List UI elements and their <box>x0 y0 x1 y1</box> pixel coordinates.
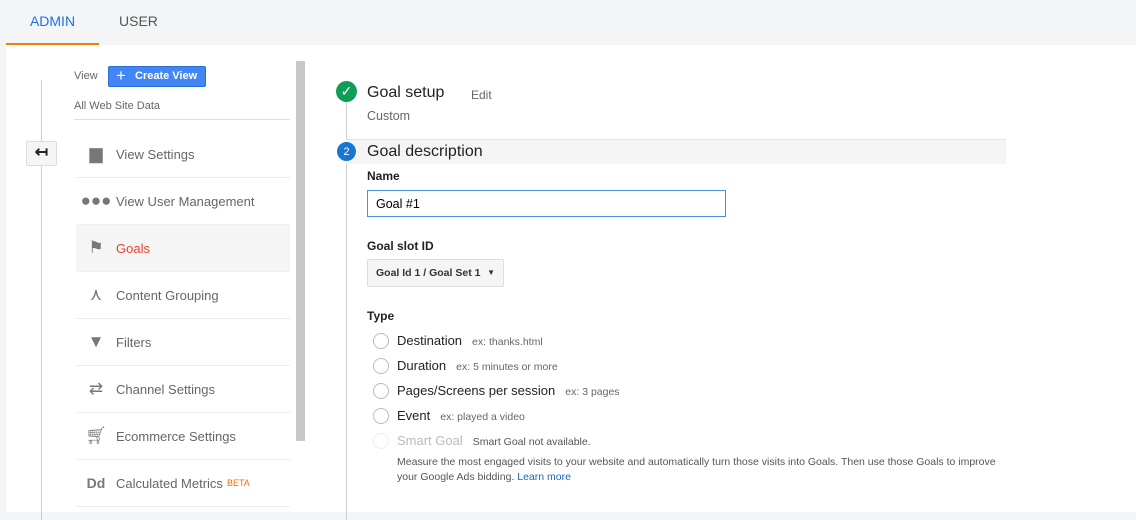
goal-description-title: Goal description <box>367 143 483 160</box>
goal-slot-value: Goal Id 1 / Goal Set 1 <box>376 267 481 279</box>
sidebar-item-label: Channel Settings <box>116 381 216 397</box>
sidebar-item-channel-settings[interactable]: ⇄ Channel Settings <box>76 366 290 413</box>
tab-admin[interactable]: ADMIN <box>6 0 99 45</box>
radio-event[interactable] <box>373 408 389 424</box>
channel-icon: ⇄ <box>88 379 104 398</box>
tab-bar: ADMIN USER <box>0 0 1136 45</box>
sidebar-item-label: Calculated Metrics <box>116 475 223 491</box>
main-panel: ↤ View + Create View All Web Site Data ▆ V… <box>6 45 1136 520</box>
scrollbar[interactable] <box>296 61 305 441</box>
sidebar-item-calculated-metrics[interactable]: Dd Calculated Metrics BETA <box>76 460 290 507</box>
plus-icon: + <box>116 66 126 85</box>
sidebar-item-content-grouping[interactable]: ⋏ Content Grouping <box>76 272 290 319</box>
radio-smart-goal <box>373 433 389 449</box>
type-option-label: Destination ex: thanks.html <box>397 333 543 348</box>
view-selector[interactable]: All Web Site Data <box>74 100 160 112</box>
filter-icon: ▼ <box>87 332 105 351</box>
tab-user[interactable]: USER <box>99 0 178 45</box>
chevron-down-icon: ▼ <box>487 268 495 277</box>
divider <box>74 119 290 120</box>
sidebar-item-label: View User Management <box>116 193 255 209</box>
create-view-button[interactable]: + Create View <box>108 66 206 87</box>
radio-duration[interactable] <box>373 358 389 374</box>
goal-slot-dropdown[interactable]: Goal Id 1 / Goal Set 1 ▼ <box>367 259 504 287</box>
sidebar-item-view-settings[interactable]: ▆ View Settings <box>76 131 290 178</box>
sidebar-item-label: Ecommerce Settings <box>116 428 236 444</box>
sidebar-item-filters[interactable]: ▼ Filters <box>76 319 290 366</box>
grouping-icon: ⋏ <box>89 285 103 304</box>
view-label: View <box>74 70 98 82</box>
sidebar-item-goals[interactable]: ⚑ Goals <box>76 225 290 272</box>
sidebar-item-label: Content Grouping <box>116 287 219 303</box>
goal-setup-title: Goal setup <box>367 84 445 101</box>
type-option-label: Event ex: played a video <box>397 408 525 423</box>
flag-icon: ⚑ <box>88 238 104 257</box>
back-arrow-button[interactable]: ↤ <box>26 141 57 166</box>
edit-link[interactable]: Edit <box>471 88 492 102</box>
goal-setup-value: Custom <box>367 109 411 123</box>
sidebar-item-label: Goals <box>116 240 150 256</box>
smart-goal-description: Measure the most engaged visits to your … <box>397 456 996 483</box>
create-view-label: Create View <box>135 70 198 82</box>
check-icon: ✓ <box>336 81 357 102</box>
sidebar-item-ecommerce-settings[interactable]: 🛒︎ Ecommerce Settings <box>76 413 290 460</box>
users-icon: ●●● <box>80 191 112 210</box>
dd-icon: Dd <box>86 475 106 491</box>
radio-pages-per-session[interactable] <box>373 383 389 399</box>
radio-destination[interactable] <box>373 333 389 349</box>
sidebar-item-label: View Settings <box>116 146 195 162</box>
type-label: Type <box>367 309 395 323</box>
cart-icon: 🛒︎ <box>85 426 107 445</box>
step-number: 2 <box>336 141 357 162</box>
name-label: Name <box>367 169 400 183</box>
document-icon: ▆ <box>89 144 103 163</box>
beta-badge: BETA <box>226 478 250 488</box>
goal-name-input[interactable] <box>367 190 726 217</box>
sidebar-item-label: Filters <box>116 334 152 350</box>
sidebar-nav: ▆ View Settings ●●● View User Management ⚑… <box>76 131 290 507</box>
type-option-label: Pages/Screens per session ex: 3 pages <box>397 383 620 398</box>
sidebar-item-view-user-management[interactable]: ●●● View User Management <box>76 178 290 225</box>
type-option-label: Smart Goal Smart Goal not available. <box>397 433 591 448</box>
goal-slot-label: Goal slot ID <box>367 239 434 253</box>
learn-more-link[interactable]: Learn more <box>517 471 571 483</box>
type-option-label: Duration ex: 5 minutes or more <box>397 358 558 373</box>
